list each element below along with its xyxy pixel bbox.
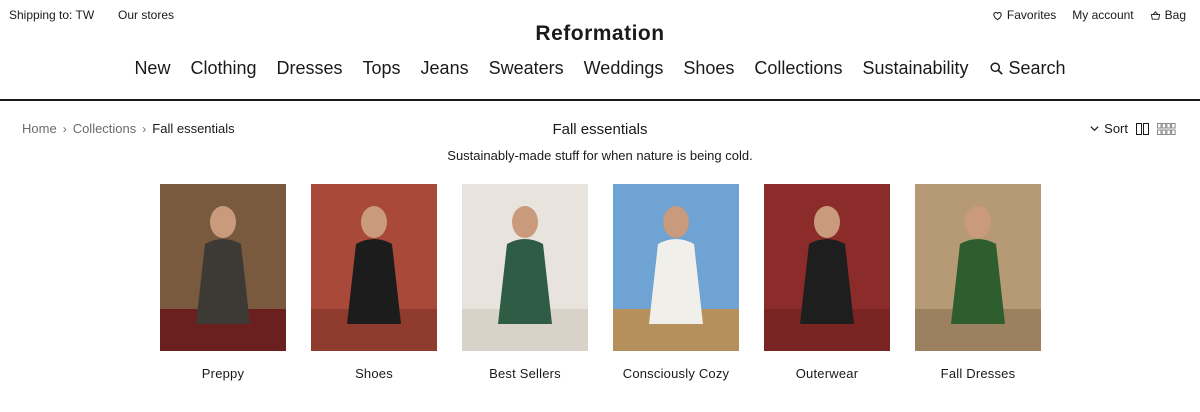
category-image[interactable]	[915, 184, 1041, 351]
category-label[interactable]: Best Sellers	[462, 366, 588, 381]
category-image[interactable]	[764, 184, 890, 351]
sort-label: Sort	[1104, 121, 1128, 136]
nav-item-sweaters[interactable]: Sweaters	[489, 58, 564, 79]
category-image[interactable]	[613, 184, 739, 351]
nav-item-sustainability[interactable]: Sustainability	[862, 58, 968, 79]
nav-item-dresses[interactable]: Dresses	[277, 58, 343, 79]
our-stores-link[interactable]: Our stores	[118, 8, 174, 22]
category-card-shoes[interactable]: Shoes	[311, 184, 437, 381]
nav-item-weddings[interactable]: Weddings	[584, 58, 664, 79]
nav-item-jeans[interactable]: Jeans	[421, 58, 469, 79]
category-card-best-sellers[interactable]: Best Sellers	[462, 184, 588, 381]
favorites-link[interactable]: Favorites	[992, 8, 1056, 22]
collection-grid: Preppy Shoes Best Sellers Consciously Co…	[160, 184, 1041, 381]
category-label[interactable]: Consciously Cozy	[613, 366, 739, 381]
shipping-selector[interactable]: Shipping to: TW	[9, 8, 94, 22]
category-card-outerwear[interactable]: Outerwear	[764, 184, 890, 381]
nav-item-new[interactable]: New	[134, 58, 170, 79]
nav-item-clothing[interactable]: Clothing	[190, 58, 256, 79]
category-image[interactable]	[462, 184, 588, 351]
category-card-preppy[interactable]: Preppy	[160, 184, 286, 381]
category-label[interactable]: Fall Dresses	[915, 366, 1041, 381]
my-account-link[interactable]: My account	[1072, 8, 1133, 22]
brand-logo[interactable]: Reformation	[0, 22, 1200, 46]
grid-two-columns-icon[interactable]	[1136, 122, 1149, 135]
nav-item-tops[interactable]: Tops	[363, 58, 401, 79]
bag-label: Bag	[1164, 8, 1186, 22]
listing-tools: Sort	[1089, 121, 1176, 136]
category-label[interactable]: Preppy	[160, 366, 286, 381]
nav-item-collections[interactable]: Collections	[754, 58, 842, 79]
category-label[interactable]: Shoes	[311, 366, 437, 381]
account-links: Favorites My account Bag	[992, 8, 1186, 22]
header-divider	[0, 99, 1200, 101]
page-subtitle: Sustainably-made stuff for when nature i…	[447, 148, 753, 163]
category-card-consciously-cozy[interactable]: Consciously Cozy	[613, 184, 739, 381]
favorites-label: Favorites	[1006, 8, 1057, 22]
main-nav: New Clothing Dresses Tops Jeans Sweaters…	[0, 58, 1200, 79]
search-button[interactable]: Search	[989, 58, 1066, 79]
chevron-down-icon	[1090, 126, 1099, 132]
grid-four-columns-icon[interactable]	[1157, 122, 1176, 135]
search-icon	[989, 62, 1003, 75]
sort-button[interactable]: Sort	[1089, 121, 1128, 136]
heart-icon	[993, 11, 1002, 20]
category-image[interactable]	[160, 184, 286, 351]
nav-item-shoes[interactable]: Shoes	[683, 58, 734, 79]
search-label: Search	[1008, 58, 1066, 78]
category-label[interactable]: Outerwear	[764, 366, 890, 381]
page-title: Fall essentials	[552, 121, 648, 138]
category-card-fall-dresses[interactable]: Fall Dresses	[915, 184, 1041, 381]
basket-icon	[1150, 10, 1160, 20]
bag-link[interactable]: Bag	[1150, 8, 1186, 22]
category-image[interactable]	[311, 184, 437, 351]
